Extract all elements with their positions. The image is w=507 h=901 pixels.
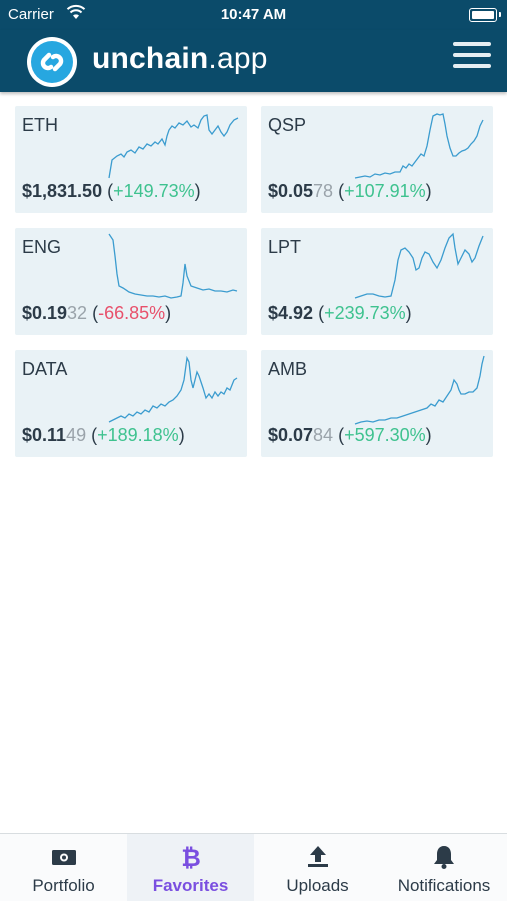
price-change: -66.85% [98, 303, 166, 323]
bell-icon [434, 846, 454, 869]
price-value: $0.11 [22, 425, 67, 445]
coin-card[interactable]: DATA $0.1149 (+189.18%) [15, 350, 247, 457]
price-line: $0.0784 (+597.30%) [268, 425, 432, 445]
price-line: $0.0578 (+107.91%) [268, 181, 432, 201]
price-value: $0.19 [22, 303, 68, 323]
tab-label: Notifications [397, 876, 491, 895]
menu-icon[interactable] [453, 42, 491, 70]
sparkline-chart [354, 232, 484, 299]
sparkline-chart [354, 355, 485, 425]
upload-icon [307, 846, 328, 867]
coin-symbol: AMB [268, 359, 308, 379]
chain-link-logo-icon[interactable] [26, 36, 78, 88]
price-value: $4.92 [268, 303, 314, 323]
battery-icon [469, 8, 501, 22]
price-change: +189.18% [97, 425, 179, 445]
svg-text:₿: ₿ [181, 844, 201, 870]
coin-symbol: DATA [22, 359, 68, 379]
tab-favorites[interactable]: ₿ Favorites [127, 834, 254, 901]
coin-card[interactable]: ETH $1,831.50 (+149.73%) [15, 106, 247, 213]
price-value: $0.07 [268, 425, 314, 445]
tab-portfolio[interactable]: Portfolio [0, 834, 127, 901]
clock: 10:47 AM [220, 6, 287, 23]
tab-label: Portfolio [32, 876, 95, 895]
price-line: $0.1149 (+189.18%) [22, 425, 185, 445]
price-value: $0.05 [268, 181, 314, 201]
brand-name: unchain.app [92, 42, 268, 76]
price-line: $1,831.50 (+149.73%) [22, 181, 201, 201]
sparkline-chart [354, 113, 484, 179]
coin-card[interactable]: AMB $0.0784 (+597.30%) [261, 350, 493, 457]
coin-symbol: ETH [22, 115, 58, 135]
app-header: unchain.app [0, 30, 507, 92]
brand-name-bold: unchain [92, 42, 209, 75]
price-change: +597.30% [344, 425, 426, 445]
price-line: $4.92 (+239.73%) [268, 303, 412, 323]
coin-symbol: ENG [22, 237, 62, 257]
price-line: $0.1932 (-66.85%) [22, 303, 172, 323]
tab-uploads[interactable]: Uploads [254, 834, 381, 901]
tab-notifications[interactable]: Notifications [381, 834, 507, 901]
coin-symbol: QSP [268, 115, 307, 135]
brand-name-suffix: .app [208, 42, 268, 75]
price-dim-digits: 49 [66, 425, 87, 445]
money-icon [51, 850, 76, 865]
bitcoin-icon: ₿ [181, 844, 201, 870]
price-change: +107.91% [344, 181, 426, 201]
tab-bar: Portfolio ₿ Favorites Uploads Notificati… [0, 833, 507, 901]
sparkline-chart [108, 114, 239, 179]
price-dim-digits: 84 [313, 425, 334, 445]
price-change: +239.73% [324, 303, 406, 323]
coin-card[interactable]: LPT $4.92 (+239.73%) [261, 228, 493, 335]
sparkline-chart [108, 355, 238, 423]
price-dim-digits: 32 [67, 303, 88, 323]
coin-symbol: LPT [268, 237, 302, 257]
sparkline-chart [108, 233, 238, 299]
price-change: +149.73% [113, 181, 195, 201]
status-bar: Carrier 10:47 AM [0, 0, 507, 30]
coin-card[interactable]: ENG $0.1932 (-66.85%) [15, 228, 247, 335]
price-value: $1,831.50 [22, 181, 103, 201]
price-dim-digits: 78 [313, 181, 334, 201]
tab-label: Favorites [152, 876, 229, 895]
tab-label: Uploads [286, 876, 349, 895]
coin-card[interactable]: QSP $0.0578 (+107.91%) [261, 106, 493, 213]
